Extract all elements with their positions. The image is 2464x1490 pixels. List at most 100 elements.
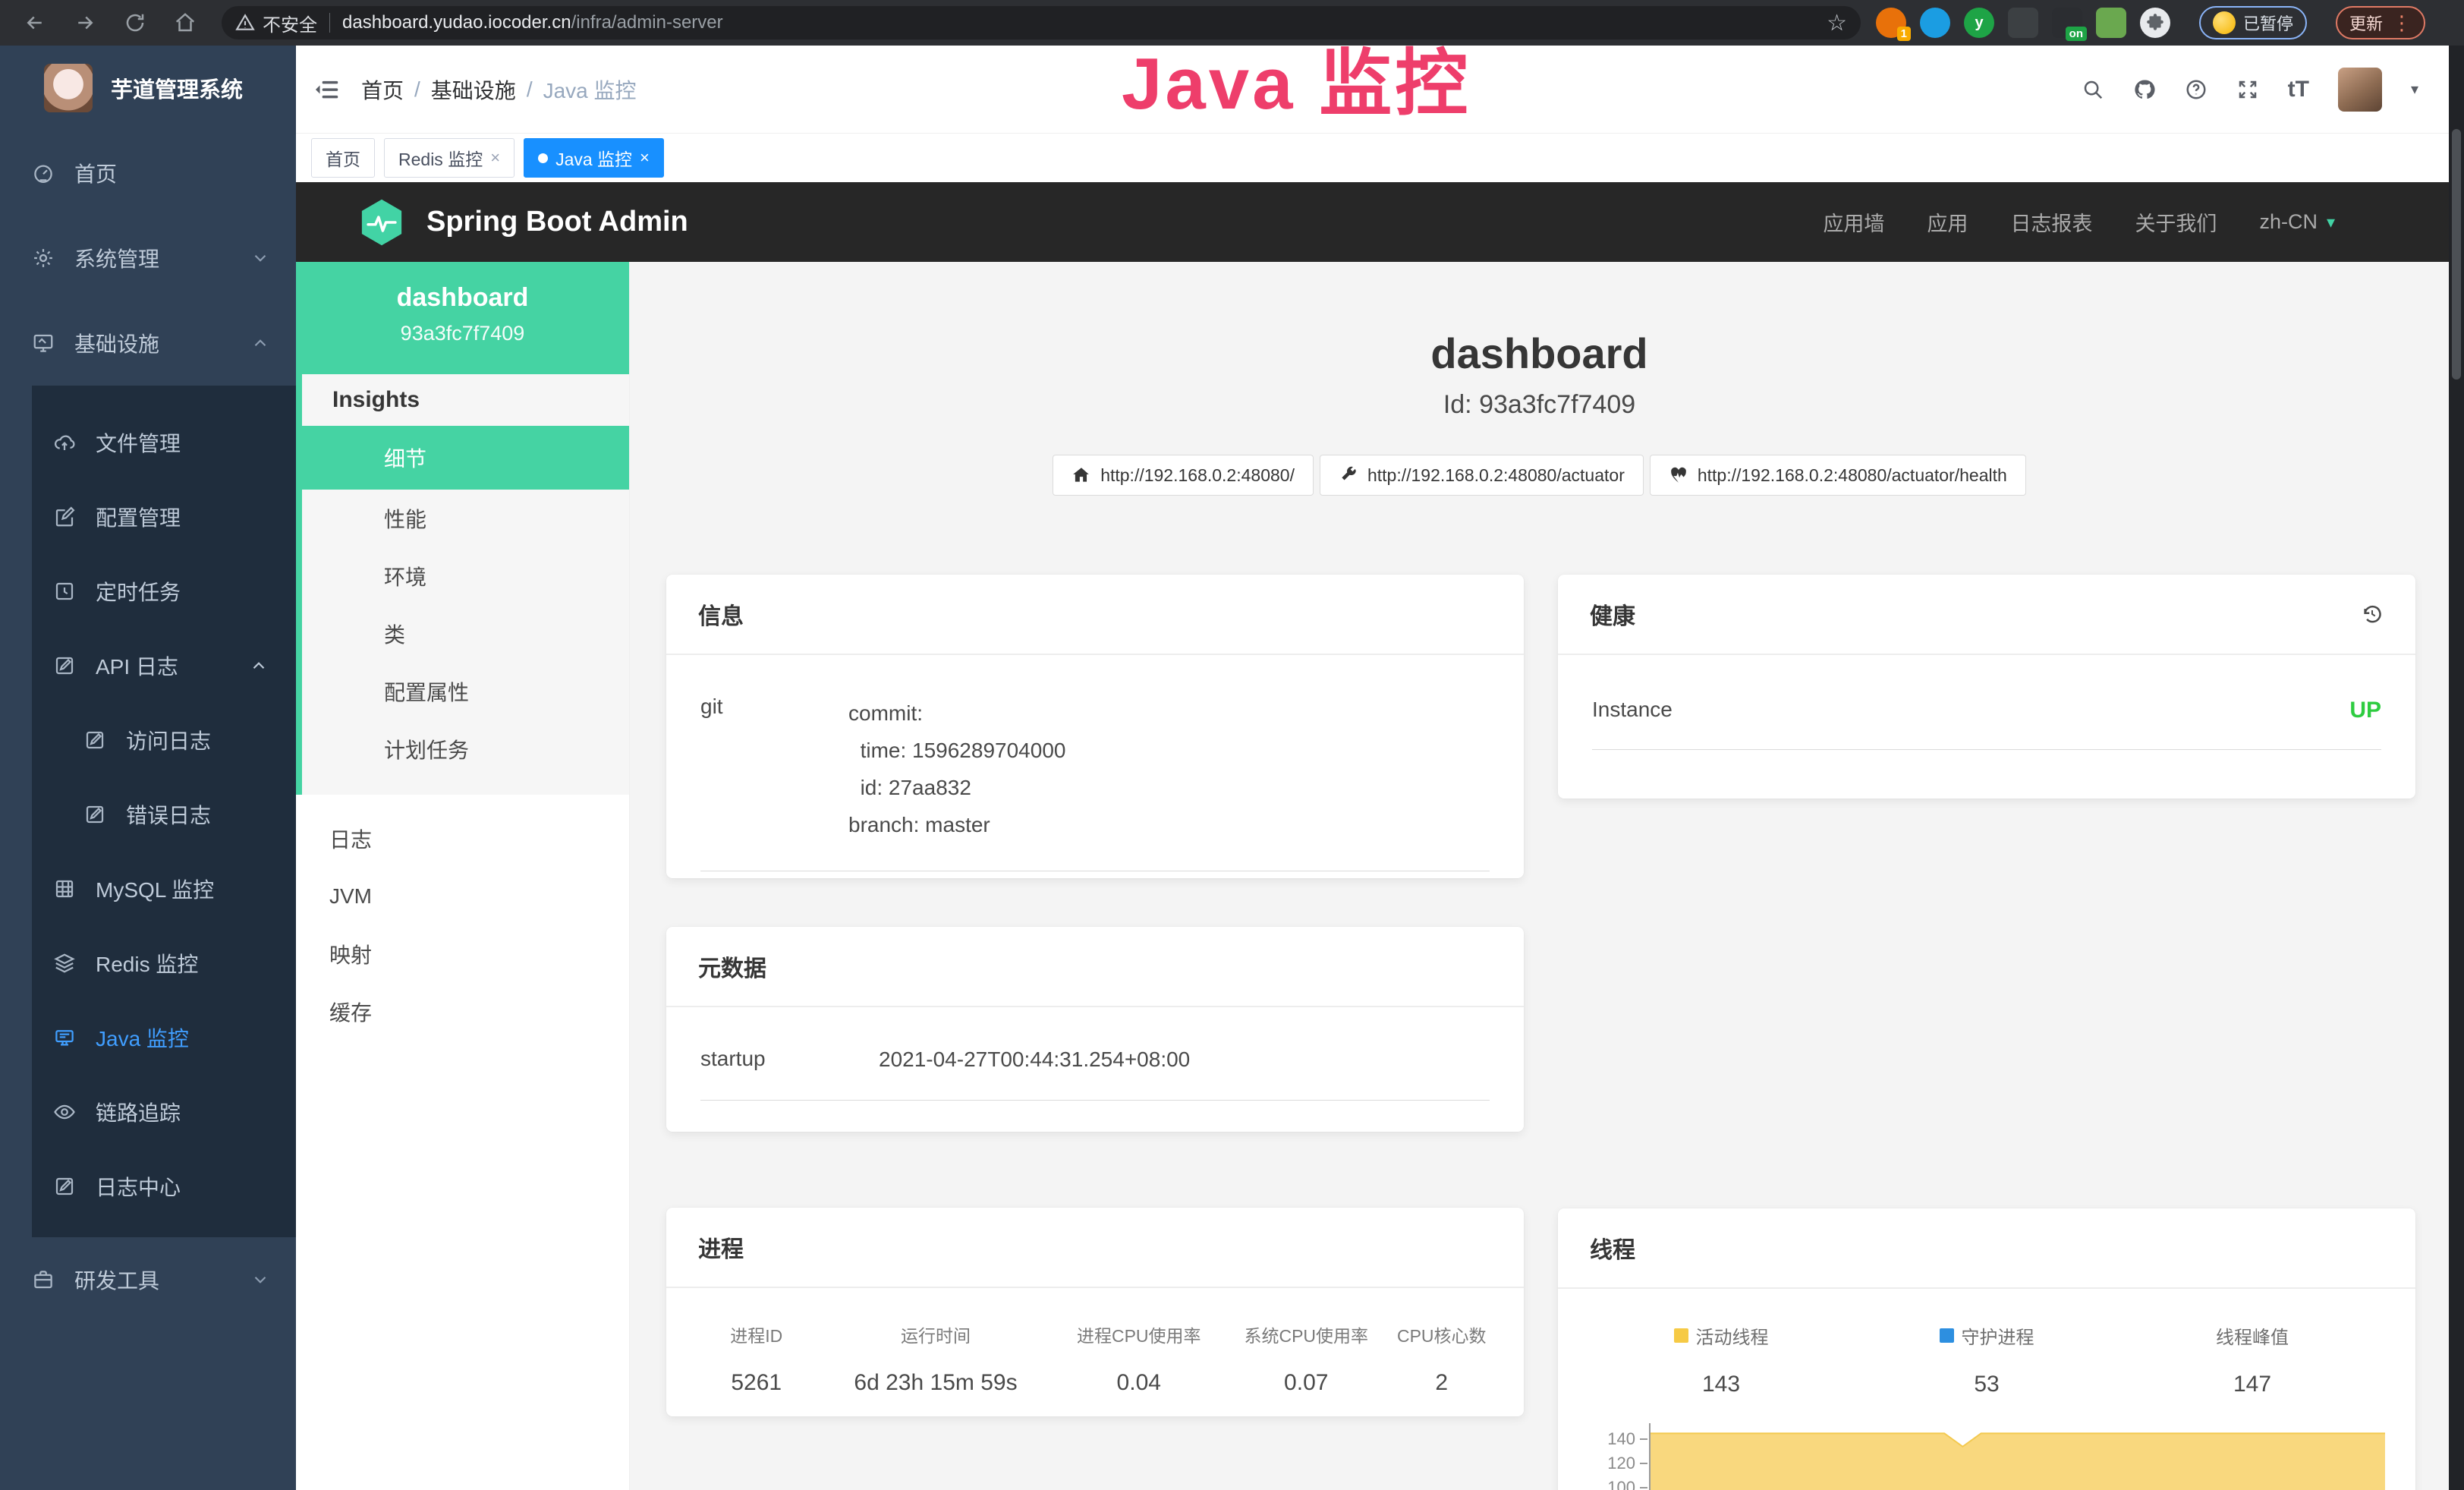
security-label[interactable]: 不安全: [263, 10, 317, 36]
sba-nav-wallboard[interactable]: 应用墙: [1823, 207, 1884, 237]
sidebar-item-java-monitor[interactable]: Java 监控: [32, 1000, 296, 1075]
sidebar-item-dev-tools[interactable]: 研发工具: [0, 1237, 296, 1322]
browser-back-icon[interactable]: [20, 8, 50, 38]
extension-switch-icon[interactable]: on: [2052, 8, 2082, 38]
close-icon[interactable]: ×: [640, 148, 650, 168]
sidebar-item-infra[interactable]: 基础设施: [0, 301, 296, 386]
url-host[interactable]: dashboard.yudao.iocoder.cn: [342, 12, 571, 33]
document-edit-icon: [52, 1173, 77, 1199]
tab-java-monitor[interactable]: Java 监控 ×: [524, 138, 664, 178]
actuator-url-button[interactable]: http://192.168.0.2:48080/actuator: [1320, 455, 1644, 496]
extension-pin-icon[interactable]: [1920, 8, 1950, 38]
col-process-cpu: 进程CPU使用率: [1056, 1321, 1223, 1347]
extension-grid-icon[interactable]: [2008, 8, 2038, 38]
sba-nav-journal[interactable]: 日志报表: [2010, 207, 2092, 237]
sidebar-item-mysql-monitor[interactable]: MySQL 监控: [32, 852, 296, 926]
browser-menu-icon[interactable]: ⋮: [2392, 19, 2412, 27]
y-tick-mark: [1640, 1438, 1647, 1440]
extension-icon[interactable]: 1: [1876, 8, 1906, 38]
sba-nav-applications[interactable]: 应用: [1927, 207, 1968, 237]
fullscreen-icon[interactable]: [2236, 78, 2259, 101]
avatar-caret-icon[interactable]: ▾: [2411, 80, 2418, 99]
sba-item-caches[interactable]: 缓存: [296, 983, 629, 1041]
puzzle-extensions-icon[interactable]: [2140, 8, 2170, 38]
sba-brand[interactable]: Spring Boot Admin: [357, 197, 688, 247]
sba-item-config-props[interactable]: 配置属性: [302, 663, 629, 720]
actuator-url: http://192.168.0.2:48080/actuator: [1367, 465, 1625, 486]
breadcrumb-home[interactable]: 首页: [361, 74, 404, 105]
sba-item-mappings[interactable]: 映射: [296, 925, 629, 983]
process-card-title: 进程: [666, 1208, 1524, 1288]
history-icon[interactable]: [2361, 603, 2384, 625]
sidebar-item-home[interactable]: 首页: [0, 131, 296, 216]
sidebar-item-log-center[interactable]: 日志中心: [32, 1149, 296, 1224]
val-system-cpu: 0.07: [1223, 1370, 1390, 1396]
legend-label: 守护进程: [1962, 1322, 2034, 1349]
browser-update-button[interactable]: 更新 ⋮: [2336, 6, 2425, 39]
val-pid: 5261: [697, 1370, 817, 1396]
scrollbar-thumb[interactable]: [2452, 129, 2461, 380]
url-path[interactable]: /infra/admin-server: [571, 12, 723, 33]
tab-home[interactable]: 首页: [311, 138, 375, 178]
bookmark-star-icon[interactable]: ☆: [1827, 10, 1847, 36]
browser-forward-icon[interactable]: [70, 8, 100, 38]
sidebar-item-error-log[interactable]: 错误日志: [32, 777, 296, 852]
user-avatar[interactable]: [2338, 68, 2382, 112]
sba-item-logs[interactable]: 日志: [296, 810, 629, 868]
search-icon[interactable]: [2082, 78, 2104, 101]
page-scrollbar[interactable]: [2449, 46, 2464, 1490]
sba-item-scheduled-tasks[interactable]: 计划任务: [302, 720, 629, 778]
close-icon[interactable]: ×: [490, 148, 500, 168]
instance-header[interactable]: dashboard 93a3fc7f7409: [296, 262, 629, 374]
app-logo-row[interactable]: 芋道管理系统: [0, 46, 296, 131]
sidebar-item-cron-jobs[interactable]: 定时任务: [32, 554, 296, 628]
sba-item-environment[interactable]: 环境: [302, 547, 629, 605]
sba-item-details[interactable]: 细节: [302, 426, 629, 490]
sidebar-item-config-manage[interactable]: 配置管理: [32, 480, 296, 554]
annotation-java-monitor: Java 监控: [1122, 24, 1471, 130]
sidebar-item-label: 研发工具: [74, 1265, 232, 1295]
header-actions: tT ▾: [2082, 68, 2418, 112]
threads-card: 线程 活动线程 守护进程 线程峰值 143 53: [1558, 1208, 2415, 1490]
daemon-threads-value: 53: [1854, 1372, 2119, 1397]
browser-home-icon[interactable]: [170, 8, 200, 38]
sidebar-item-label: API 日志: [96, 650, 178, 681]
extension-y-icon[interactable]: y: [1964, 8, 1994, 38]
profile-paused-pill[interactable]: 已暂停: [2199, 6, 2307, 39]
sidebar-item-tracing[interactable]: 链路追踪: [32, 1075, 296, 1149]
sba-item-metrics[interactable]: 性能: [302, 490, 629, 547]
sba-item-jvm[interactable]: JVM: [296, 868, 629, 925]
sba-nav-about[interactable]: 关于我们: [2135, 207, 2217, 237]
monitor-icon: [30, 330, 56, 356]
breadcrumb-infra[interactable]: 基础设施: [431, 74, 516, 105]
threads-chart: 140 120 100: [1588, 1419, 2385, 1490]
service-url: http://192.168.0.2:48080/: [1100, 465, 1295, 486]
metadata-card: 元数据 startup 2021-04-27T00:44:31.254+08:0…: [666, 927, 1524, 1132]
sidebar-item-system[interactable]: 系统管理: [0, 216, 296, 301]
sba-language-select[interactable]: zh-CN ▾: [2259, 210, 2335, 234]
tab-label: Java 监控: [555, 145, 632, 171]
sidebar-item-access-log[interactable]: 访问日志: [32, 703, 296, 777]
sidebar-toggle-icon[interactable]: [313, 75, 341, 104]
browser-reload-icon[interactable]: [120, 8, 150, 38]
sidebar-item-api-log[interactable]: API 日志: [32, 628, 296, 703]
sidebar-item-label: 文件管理: [96, 427, 181, 458]
extension-leaf-icon[interactable]: [2096, 8, 2126, 38]
sidebar-item-redis-monitor[interactable]: Redis 监控: [32, 926, 296, 1000]
legend-peak-threads: 线程峰值: [2119, 1322, 2385, 1349]
health-url-button[interactable]: http://192.168.0.2:48080/actuator/health: [1650, 455, 2026, 496]
sidebar-item-label: Redis 监控: [96, 948, 198, 978]
sidebar-item-file-manage[interactable]: 文件管理: [32, 405, 296, 480]
chevron-down-icon: [250, 248, 270, 268]
help-icon[interactable]: [2185, 78, 2208, 101]
tab-label: Redis 监控: [398, 145, 483, 171]
font-size-icon[interactable]: tT: [2288, 77, 2309, 102]
val-uptime: 6d 23h 15m 59s: [817, 1370, 1056, 1396]
address-bar[interactable]: 不安全 dashboard.yudao.iocoder.cn/infra/adm…: [222, 6, 1861, 39]
github-icon[interactable]: [2133, 78, 2156, 101]
tab-redis-monitor[interactable]: Redis 监控 ×: [384, 138, 515, 178]
service-url-button[interactable]: http://192.168.0.2:48080/: [1053, 455, 1314, 496]
sidebar-item-label: Java 监控: [96, 1022, 189, 1053]
sba-main: dashboard Id: 93a3fc7f7409 http://192.16…: [630, 262, 2449, 1490]
sba-item-classes[interactable]: 类: [302, 605, 629, 663]
